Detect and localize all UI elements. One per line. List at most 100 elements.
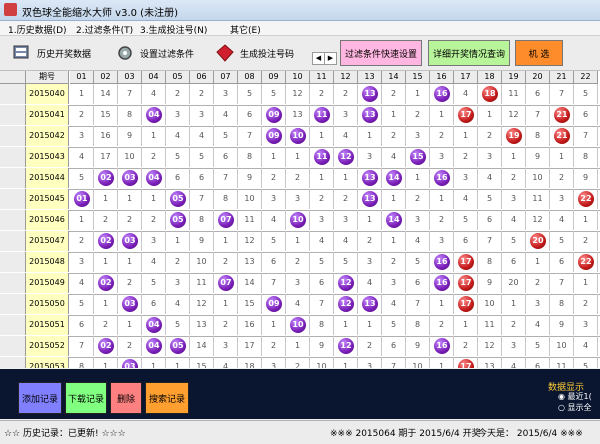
miss-count-cell: 5: [166, 147, 190, 167]
miss-count-cell: 1: [118, 189, 142, 209]
purple-ball: 10: [290, 212, 306, 228]
miss-count-cell: 6: [238, 105, 262, 125]
table-row[interactable]: 2015040 1 14 7 4 2 2 3 5 5 12 2 2 13 2 1 16 4 18 11 6 7 5: [0, 84, 600, 106]
red-ball: 17: [458, 254, 474, 270]
scroll-right-button[interactable]: ▶: [324, 52, 337, 65]
miss-count-cell: 4: [262, 210, 286, 230]
miss-count-cell: 1: [214, 294, 238, 314]
miss-count-cell: 5: [334, 252, 358, 272]
hit-cell: 17: [454, 252, 478, 272]
quick-filter-button[interactable]: 过滤条件快速设置: [340, 40, 422, 66]
period-cell: 2015044: [26, 168, 69, 188]
miss-count-cell: 8: [478, 252, 502, 272]
hit-cell: 13: [358, 168, 382, 188]
miss-count-cell: 2: [406, 189, 430, 209]
menu-history[interactable]: 1.历史数据(D): [8, 23, 67, 36]
filter-settings-label: 设置过滤条件: [140, 49, 195, 60]
miss-count-cell: 4: [166, 126, 190, 146]
table-row[interactable]: 2015044 5 02 03 04 6 6 7 9 2 2 1 1 13 14 1 16 3 4 2 10 2 9: [0, 168, 600, 190]
hit-cell: 04: [142, 105, 166, 125]
table-row[interactable]: 2015050 5 1 03 6 4 12 1 15 09 4 7 12 13 4 7 1 17 10 1 3 8 2: [0, 294, 600, 316]
miss-count-cell: 6: [526, 84, 550, 104]
table-row[interactable]: 2015049 4 02 2 5 3 11 07 14 7 3 6 12 4 3 6 16 17 9 20 2 7 1: [0, 273, 600, 295]
display-recent-option[interactable]: ◉ 最近1(: [558, 391, 598, 402]
table-row[interactable]: 2015051 6 2 1 04 5 13 2 16 1 10 8 1 1 5 8 2 1 11 2 4 9 3: [0, 315, 600, 337]
miss-count-cell: 5: [70, 168, 94, 188]
period-cell: 2015053: [26, 357, 69, 368]
status-bar: ☆☆ 历史记录：已更新! ☆☆☆ ※※※ 2015064 期于 2015/6/4…: [0, 420, 600, 444]
table-row[interactable]: 2015048 3 1 1 4 2 10 2 13 6 2 5 5 3 2 5 16 17 8 6 1 6 22: [0, 252, 600, 274]
miss-count-cell: 3: [214, 84, 238, 104]
miss-count-cell: 2: [574, 231, 598, 251]
miss-count-cell: 2: [70, 105, 94, 125]
miss-count-cell: 8: [526, 126, 550, 146]
miss-count-cell: 7: [574, 126, 598, 146]
miss-count-cell: 1: [358, 126, 382, 146]
miss-count-cell: 9: [478, 273, 502, 293]
miss-count-cell: 1: [382, 105, 406, 125]
display-all-option[interactable]: ○ 显示全: [558, 402, 598, 413]
miss-count-cell: 4: [286, 294, 310, 314]
menu-filter[interactable]: 2.过滤条件(T): [76, 23, 133, 36]
table-row[interactable]: 2015041 2 15 8 04 3 3 4 6 09 13 11 3 13 1 2 1 17 1 12 7 21 6: [0, 105, 600, 127]
gear-icon: [118, 46, 132, 60]
row-marker: [0, 189, 26, 209]
table-row[interactable]: 2015052 7 02 2 04 05 14 3 17 2 1 9 12 2 6 9 16 2 12 3 5 10 4: [0, 336, 600, 358]
miss-count-cell: 3: [214, 336, 238, 356]
menu-other[interactable]: 其它(E): [230, 23, 261, 36]
miss-count-cell: 7: [526, 105, 550, 125]
miss-count-cell: 17: [94, 147, 118, 167]
history-table[interactable]: 期号 01 02 03 04 05 06 07 08 09 10 11 12 13 14 15 16 17 18 1…: [0, 71, 600, 368]
hit-cell: 17: [454, 294, 478, 314]
toolbar: 历史开奖数据 设置过滤条件 生成投注号码 ◀ ▶ 过滤条件快速设置 详细开奖情况…: [0, 36, 600, 71]
hit-cell: 03: [118, 357, 142, 368]
miss-count-cell: 1: [94, 189, 118, 209]
add-record-button[interactable]: 添加记录: [18, 382, 62, 414]
hit-cell: 03: [118, 168, 142, 188]
number-column-header: 19: [502, 71, 526, 84]
miss-count-cell: 4: [478, 168, 502, 188]
miss-count-cell: 5: [526, 336, 550, 356]
number-column-header: 02: [94, 71, 118, 84]
number-column-header: 01: [70, 71, 94, 84]
miss-count-cell: 7: [550, 84, 574, 104]
table-row[interactable]: 2015047 2 02 03 3 1 9 1 12 5 1 4 4 2 1 4 3 6 7 5 20 5 2: [0, 231, 600, 253]
history-data-button[interactable]: 历史开奖数据: [12, 40, 91, 66]
table-row[interactable]: 2015045 01 1 1 1 05 7 8 10 3 3 2 2 13 1 2 1 4 5 3 11 3 22: [0, 189, 600, 211]
miss-count-cell: 2: [358, 231, 382, 251]
download-record-button[interactable]: 下载记录: [65, 382, 107, 414]
miss-count-cell: 2: [430, 315, 454, 335]
number-column-header: 11: [310, 71, 334, 84]
delete-record-button[interactable]: 删除: [110, 382, 142, 414]
random-pick-button[interactable]: 机 选: [515, 40, 563, 66]
miss-count-cell: 2: [502, 168, 526, 188]
miss-count-cell: 9: [526, 147, 550, 167]
table-row[interactable]: 2015053 8 1 03 1 1 15 4 18 3 2 10 1 3 7 10 1 17 13 4 6 11 5: [0, 357, 600, 368]
detail-query-button[interactable]: 详细开奖情况查询: [428, 40, 510, 66]
table-row[interactable]: 2015042 3 16 9 1 4 4 5 7 09 10 1 4 1 2 3 2 1 2 19 8 21 7: [0, 126, 600, 148]
miss-count-cell: 15: [94, 105, 118, 125]
red-ball: 21: [554, 107, 570, 123]
miss-count-cell: 6: [262, 252, 286, 272]
number-column-header: 20: [526, 71, 550, 84]
purple-ball: 12: [338, 296, 354, 312]
miss-count-cell: 6: [454, 231, 478, 251]
table-row[interactable]: 2015046 1 2 2 2 05 8 07 11 4 10 3 3 1 14 3 2 5 6 4 12 4 1: [0, 210, 600, 232]
miss-count-cell: 10: [118, 147, 142, 167]
hit-cell: 16: [430, 84, 454, 104]
purple-ball: 11: [314, 107, 330, 123]
purple-ball: 12: [338, 149, 354, 165]
miss-count-cell: 7: [190, 189, 214, 209]
table-row[interactable]: 2015043 4 17 10 2 5 5 6 8 1 1 11 12 3 4 15 3 2 3 1 9 1 8: [0, 147, 600, 169]
miss-count-cell: 5: [406, 252, 430, 272]
miss-count-cell: 3: [574, 315, 598, 335]
filter-settings-button[interactable]: 设置过滤条件: [115, 40, 194, 66]
search-record-button[interactable]: 搜索记录: [145, 382, 189, 414]
miss-count-cell: 5: [310, 252, 334, 272]
row-marker: [0, 273, 26, 293]
row-marker: [0, 231, 26, 251]
miss-count-cell: 4: [550, 210, 574, 230]
generate-numbers-button[interactable]: 生成投注号码: [215, 40, 294, 66]
menu-generate[interactable]: 3.生成投注号(N): [140, 23, 207, 36]
red-ball: 17: [458, 359, 474, 368]
